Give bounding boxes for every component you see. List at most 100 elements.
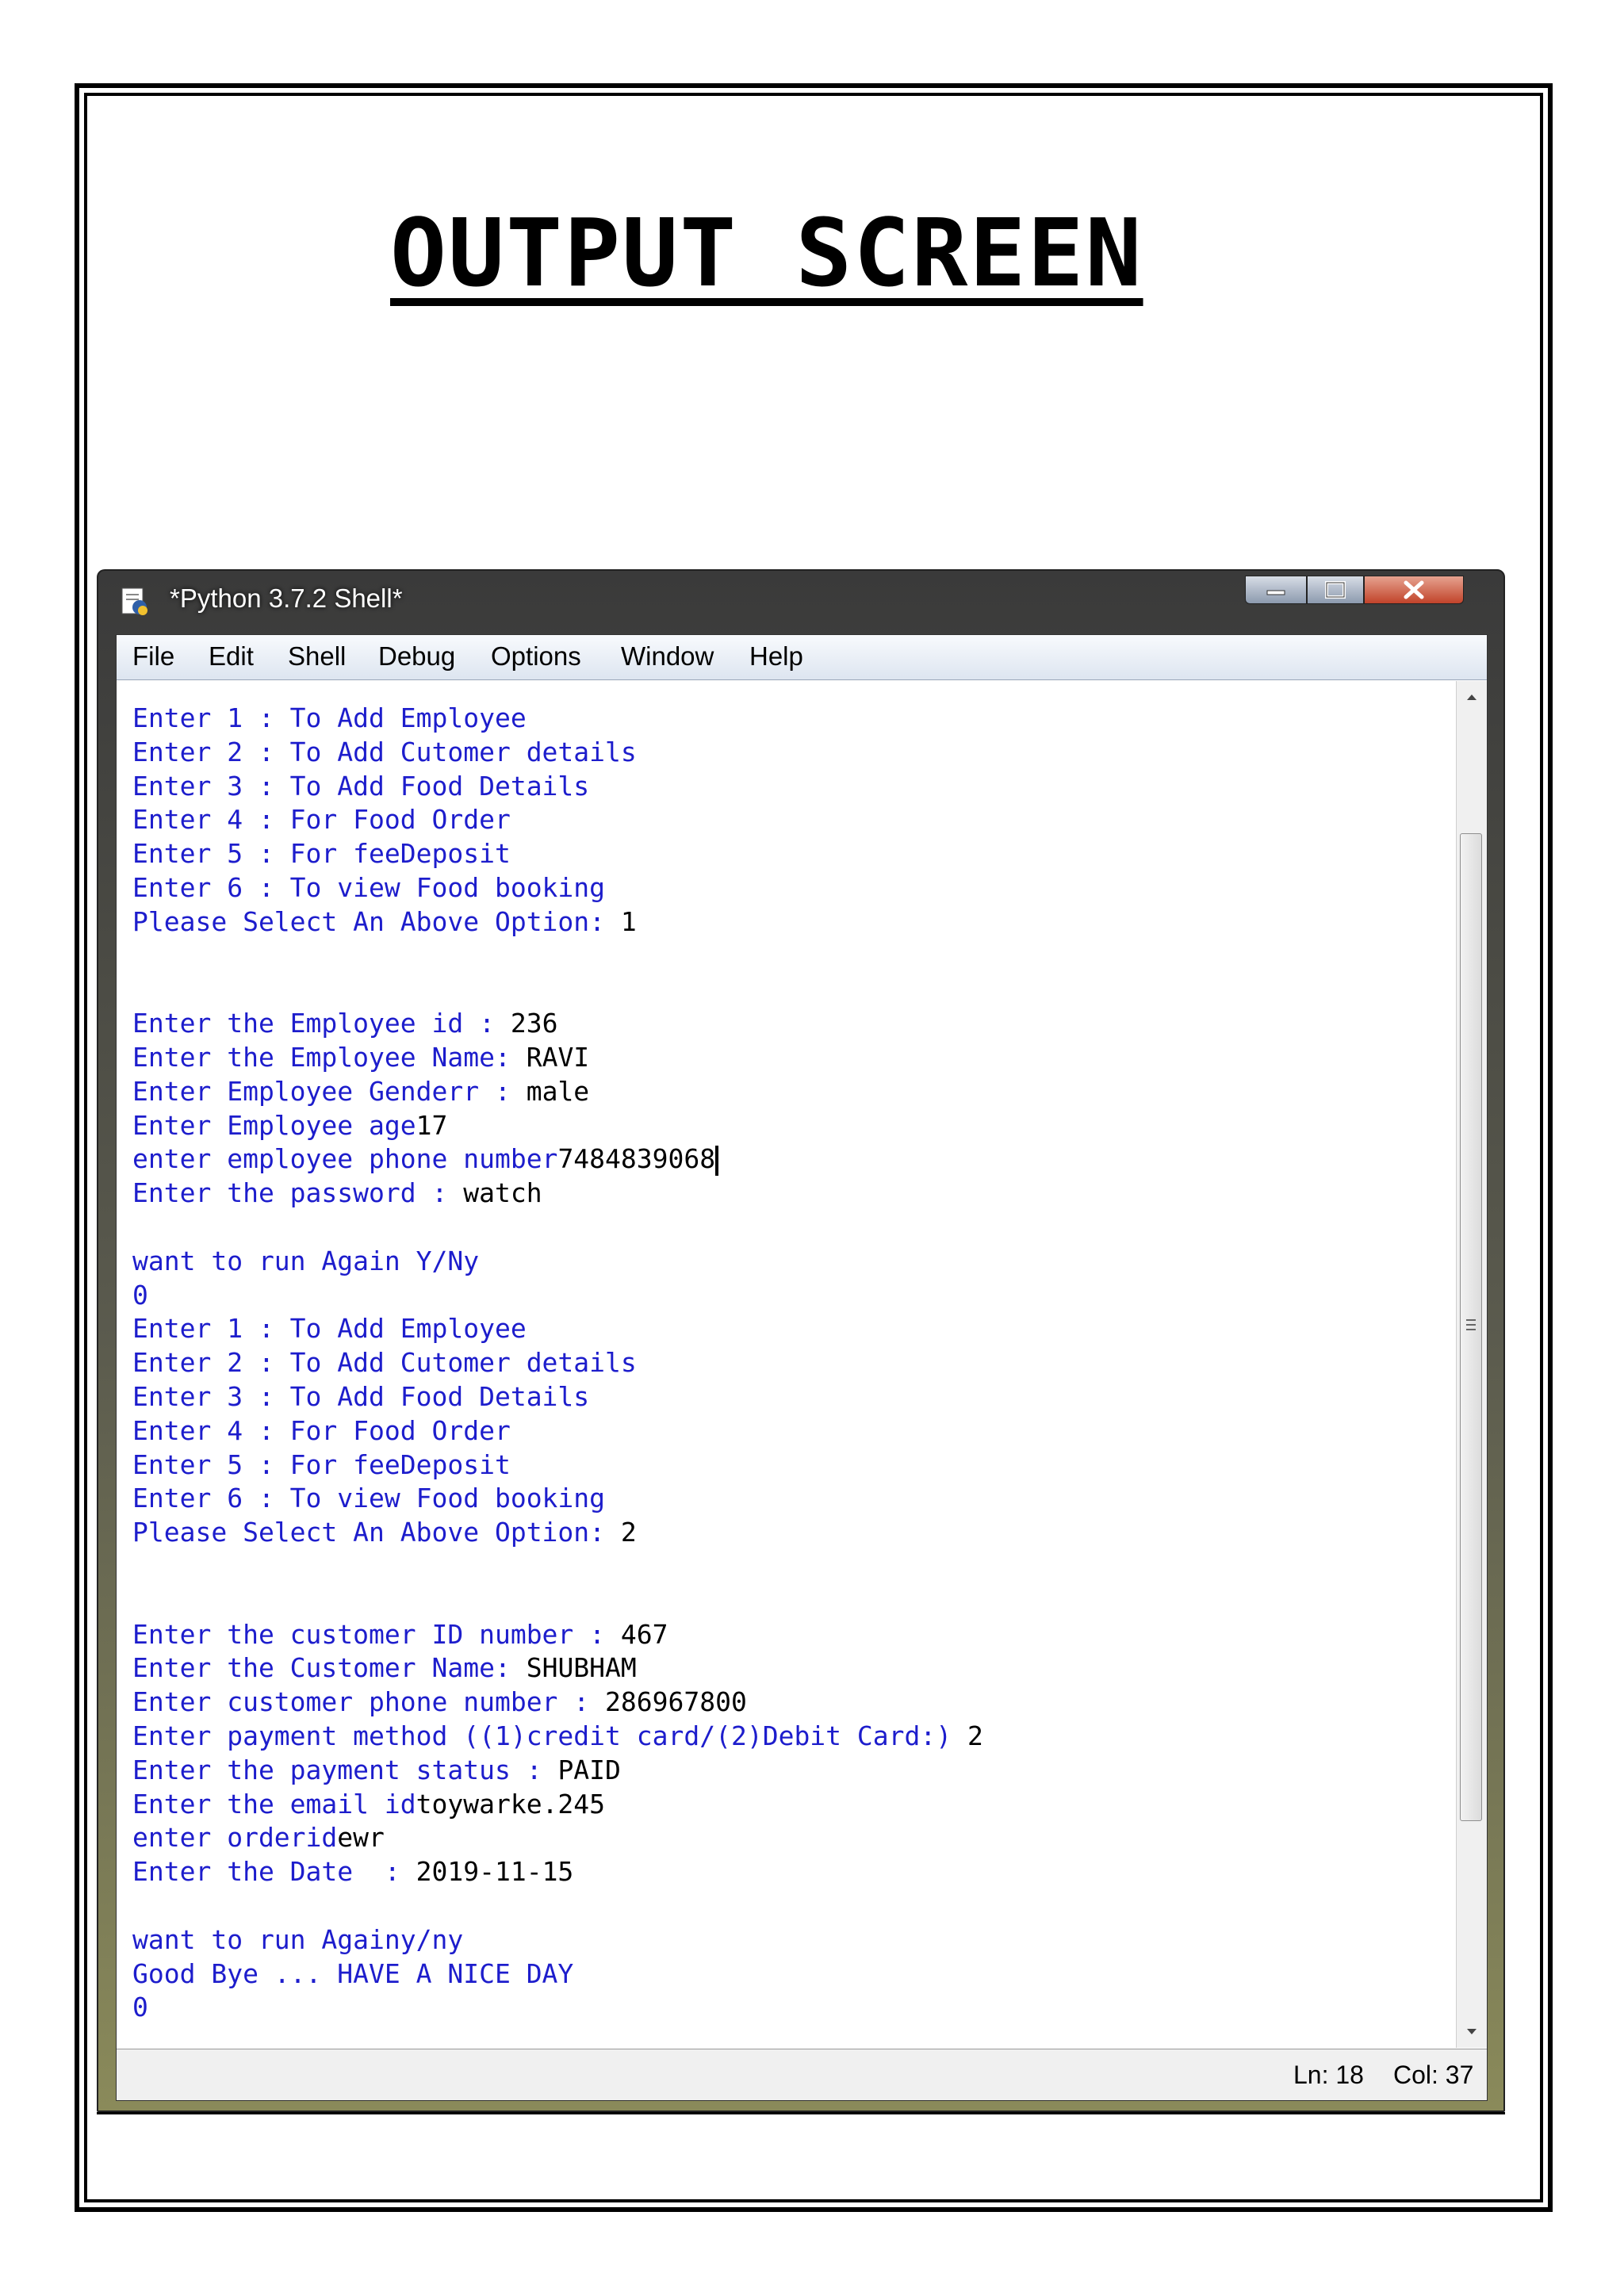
shell-input-text: SHUBHAM bbox=[526, 1652, 637, 1684]
shell-prompt-text: Enter 1 : To Add Employee bbox=[132, 702, 527, 733]
shell-prompt-text: Enter Employee age bbox=[132, 1109, 416, 1141]
menu-file[interactable]: File bbox=[132, 641, 174, 672]
shell-prompt-text: Enter 3 : To Add Food Details bbox=[132, 770, 590, 802]
menu-window[interactable]: Window bbox=[621, 641, 714, 672]
minimize-icon bbox=[1266, 590, 1285, 595]
shell-line: Enter the payment status : PAID bbox=[132, 1754, 621, 1787]
close-icon bbox=[1404, 580, 1424, 599]
shell-prompt-text: Enter 4 : For Food Order bbox=[132, 804, 511, 836]
shell-line: Enter the email idtoywarke.245 bbox=[132, 1788, 605, 1821]
shell-input-text: 467 bbox=[620, 1618, 668, 1650]
shell-line: Good Bye ... HAVE A NICE DAY bbox=[132, 1957, 573, 1991]
shell-line: Enter Employee age17 bbox=[132, 1109, 447, 1142]
scroll-up-arrow-icon[interactable] bbox=[1465, 692, 1478, 702]
shell-line: Enter Employee Genderr : male bbox=[132, 1075, 589, 1108]
shell-line: want to run Againy/ny bbox=[132, 1923, 463, 1957]
thumb-grip-line bbox=[1466, 1324, 1476, 1326]
shell-prompt-text: Please Select An Above Option: bbox=[132, 905, 621, 937]
shell-line: Enter 1 : To Add Employee bbox=[132, 1312, 527, 1345]
shell-line: 0 bbox=[132, 1991, 148, 2024]
shell-prompt-text: Enter the Employee Name: bbox=[132, 1042, 527, 1073]
shell-input-text: 17 bbox=[416, 1109, 448, 1141]
menu-shell[interactable]: Shell bbox=[288, 641, 346, 672]
shell-prompt-text: Enter 4 : For Food Order bbox=[132, 1414, 511, 1446]
shell-line: Please Select An Above Option: 1 bbox=[132, 905, 637, 939]
vertical-scrollbar[interactable] bbox=[1456, 681, 1487, 2048]
shell-line: Enter 6 : To view Food booking bbox=[132, 871, 605, 905]
menu-options[interactable]: Options bbox=[491, 641, 581, 672]
idle-icon bbox=[121, 587, 147, 615]
shell-input-text: PAID bbox=[557, 1754, 621, 1785]
thumb-grip-line bbox=[1466, 1319, 1476, 1321]
shell-line: Enter 2 : To Add Cutomer details bbox=[132, 736, 637, 769]
text-cursor bbox=[715, 1145, 719, 1176]
shell-prompt-text: Enter the Employee id : bbox=[132, 1008, 511, 1039]
shell-prompt-text: want to run Again Y/Ny bbox=[132, 1245, 480, 1276]
status-column: Col: 37 bbox=[1393, 2061, 1474, 2089]
shell-prompt-text: enter employee phone number bbox=[132, 1143, 558, 1175]
shell-prompt-text: Enter 5 : For feeDeposit bbox=[132, 1448, 511, 1480]
maximize-button[interactable] bbox=[1307, 576, 1364, 604]
window-title: *Python 3.7.2 Shell* bbox=[170, 584, 403, 613]
shell-input-text: male bbox=[526, 1075, 590, 1107]
menu-help[interactable]: Help bbox=[749, 641, 803, 672]
shell-line: Enter 4 : For Food Order bbox=[132, 803, 511, 836]
shell-line: enter orderidewr bbox=[132, 1821, 385, 1854]
window-client-area: File Edit Shell Debug Options Window Hel… bbox=[116, 634, 1488, 2101]
shell-line: enter employee phone number7484839068 bbox=[132, 1142, 719, 1176]
title-bar[interactable]: *Python 3.7.2 Shell* bbox=[105, 576, 1497, 622]
shell-line: want to run Again Y/Ny bbox=[132, 1245, 479, 1278]
shell-line: Enter 4 : For Food Order bbox=[132, 1414, 511, 1448]
minimize-button[interactable] bbox=[1245, 576, 1307, 604]
shell-prompt-text: Enter the payment status : bbox=[132, 1754, 558, 1785]
shell-line: 0 bbox=[132, 1279, 148, 1312]
shell-line: Enter 5 : For feeDeposit bbox=[132, 1448, 511, 1482]
shell-prompt-text: Enter the Date : bbox=[132, 1856, 416, 1888]
shell-prompt-text: enter orderid bbox=[132, 1822, 338, 1854]
shell-line: Enter the Employee id : 236 bbox=[132, 1007, 557, 1040]
shell-prompt-text: Enter the password : bbox=[132, 1177, 464, 1209]
shell-line: Enter 1 : To Add Employee bbox=[132, 702, 527, 735]
shell-text-area[interactable]: Enter 1 : To Add Employee Enter 2 : To Ad… bbox=[117, 681, 1457, 2048]
close-button[interactable] bbox=[1364, 576, 1464, 604]
shell-line: Enter 5 : For feeDeposit bbox=[132, 837, 511, 871]
shell-prompt-text: Enter customer phone number : bbox=[132, 1686, 606, 1718]
shell-input-text: toywarke.245 bbox=[416, 1788, 606, 1820]
shell-input-text: 236 bbox=[510, 1008, 558, 1039]
shell-prompt-text: Enter 6 : To view Food booking bbox=[132, 872, 606, 903]
menu-debug[interactable]: Debug bbox=[378, 641, 455, 672]
shell-input-text: 7484839068 bbox=[557, 1143, 716, 1175]
shell-prompt-text: Enter payment method ((1)credit card/(2)… bbox=[132, 1720, 967, 1751]
shell-line: Enter 2 : To Add Cutomer details bbox=[132, 1346, 637, 1380]
shell-line: Enter the Date : 2019-11-15 bbox=[132, 1855, 573, 1888]
page-title: OUTPUT SCREEN bbox=[390, 198, 1143, 308]
bottom-divider-line bbox=[97, 2112, 1505, 2114]
shell-input-text: 1 bbox=[620, 905, 637, 937]
python-shell-window: *Python 3.7.2 Shell* File Edit Shell Deb… bbox=[97, 569, 1505, 2112]
shell-prompt-text: Enter Employee Genderr : bbox=[132, 1075, 527, 1107]
thumb-grip-line bbox=[1466, 1329, 1476, 1330]
shell-prompt-text: 0 bbox=[132, 1279, 148, 1311]
shell-prompt-text: Enter 2 : To Add Cutomer details bbox=[132, 736, 637, 767]
shell-line: Please Select An Above Option: 2 bbox=[132, 1516, 637, 1549]
shell-input-text: 2 bbox=[620, 1517, 637, 1548]
shell-input-text: 286967800 bbox=[605, 1686, 747, 1718]
shell-input-text: 2019-11-15 bbox=[416, 1856, 574, 1888]
shell-prompt-text: Good Bye ... HAVE A NICE DAY bbox=[132, 1957, 574, 1989]
shell-input-text: RAVI bbox=[526, 1042, 590, 1073]
menu-bar: File Edit Shell Debug Options Window Hel… bbox=[117, 635, 1487, 680]
scroll-down-arrow-icon[interactable] bbox=[1465, 2027, 1478, 2037]
shell-prompt-text: Enter the Customer Name: bbox=[132, 1652, 527, 1684]
shell-prompt-text: Enter 2 : To Add Cutomer details bbox=[132, 1347, 637, 1379]
shell-prompt-text: Please Select An Above Option: bbox=[132, 1517, 621, 1548]
shell-line: Enter payment method ((1)credit card/(2)… bbox=[132, 1720, 983, 1753]
shell-prompt-text: Enter 5 : For feeDeposit bbox=[132, 838, 511, 870]
shell-prompt-text: Enter 6 : To view Food booking bbox=[132, 1483, 606, 1514]
shell-input-text: watch bbox=[463, 1177, 542, 1209]
shell-prompt-text: Enter the email id bbox=[132, 1788, 416, 1820]
menu-edit[interactable]: Edit bbox=[209, 641, 254, 672]
shell-line: Enter 3 : To Add Food Details bbox=[132, 770, 589, 803]
shell-prompt-text: 0 bbox=[132, 1992, 148, 2023]
shell-line: Enter the Employee Name: RAVI bbox=[132, 1041, 589, 1074]
scrollbar-thumb[interactable] bbox=[1460, 833, 1482, 1821]
